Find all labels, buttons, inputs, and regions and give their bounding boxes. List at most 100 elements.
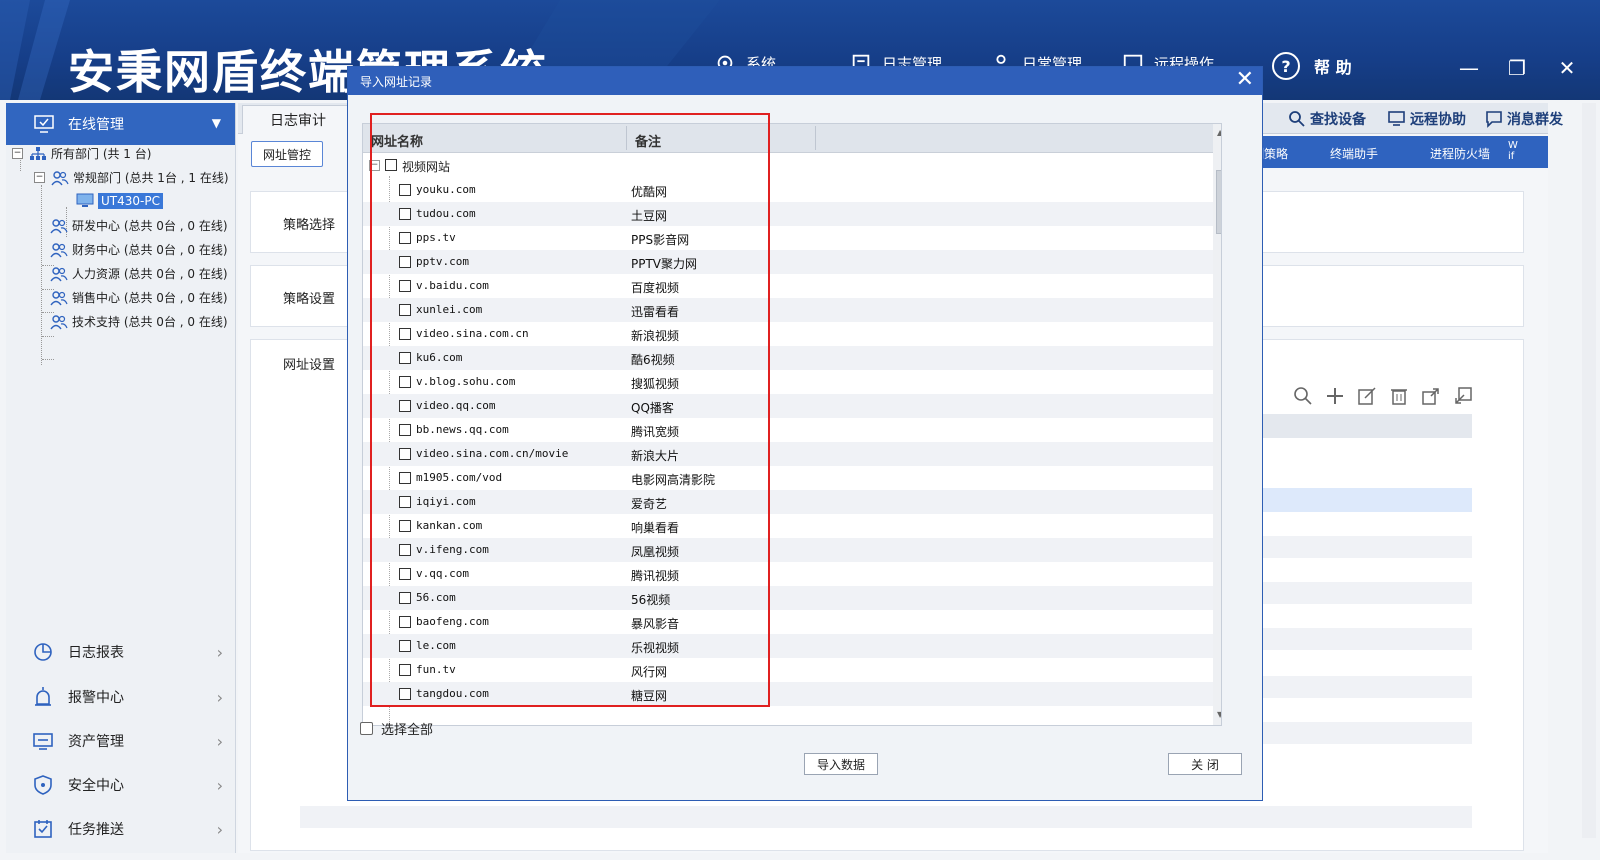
collapse-icon[interactable]: − xyxy=(34,172,45,183)
sidebar-header[interactable]: 在线管理 ▼ xyxy=(6,103,235,145)
column-url-name[interactable]: 网址名称 xyxy=(371,131,423,150)
nav-log-report[interactable]: 日志报表 › xyxy=(6,632,235,672)
row-checkbox[interactable] xyxy=(399,400,411,412)
row-checkbox[interactable] xyxy=(399,232,411,244)
row-checkbox[interactable] xyxy=(399,472,411,484)
list-item[interactable]: iqiyi.com 爱奇艺 xyxy=(363,490,1221,514)
row-checkbox[interactable] xyxy=(399,256,411,268)
help-button[interactable]: ? 帮 助 xyxy=(1272,52,1352,80)
list-item[interactable]: tudou.com 土豆网 xyxy=(363,202,1221,226)
grid-row[interactable] xyxy=(1262,628,1472,650)
row-checkbox[interactable] xyxy=(399,616,411,628)
row-checkbox[interactable] xyxy=(399,208,411,220)
list-item[interactable]: bb.news.qq.com 腾讯宽频 xyxy=(363,418,1221,442)
column-divider[interactable] xyxy=(815,126,816,150)
select-all-checkbox[interactable]: 选择全部 xyxy=(360,719,433,738)
grid-row[interactable] xyxy=(1262,676,1472,698)
scroll-down-icon[interactable]: ▼ xyxy=(1217,710,1221,719)
row-checkbox[interactable] xyxy=(399,424,411,436)
list-item[interactable]: video.sina.com.cn 新浪视频 xyxy=(363,322,1221,346)
collapse-icon[interactable]: − xyxy=(12,148,23,159)
list-item[interactable]: tangdou.com 糖豆网 xyxy=(363,682,1221,706)
delete-icon[interactable] xyxy=(1389,386,1409,406)
dialog-titlebar[interactable]: 导入网址记录 ✕ xyxy=(348,67,1262,95)
row-checkbox[interactable] xyxy=(399,664,411,676)
scroll-up-icon[interactable]: ▲ xyxy=(1217,128,1221,137)
remote-assist-button[interactable]: 远程协助 xyxy=(1388,109,1466,129)
row-checkbox[interactable] xyxy=(399,520,411,532)
list-item[interactable]: ku6.com 酷6视频 xyxy=(363,346,1221,370)
import-data-button[interactable]: 导入数据 xyxy=(804,753,878,775)
import-icon[interactable] xyxy=(1453,386,1473,406)
add-icon[interactable] xyxy=(1325,386,1345,406)
row-checkbox[interactable] xyxy=(399,376,411,388)
scroll-thumb[interactable] xyxy=(1216,170,1221,234)
list-item[interactable]: m1905.com/vod 电影网高清影院 xyxy=(363,466,1221,490)
tree-department[interactable]: 研发中心 (总共 0台 , 0 在线) xyxy=(50,217,228,234)
tree-pc-node[interactable]: UT430-PC xyxy=(76,193,163,209)
row-checkbox[interactable] xyxy=(399,688,411,700)
nav-security-center[interactable]: 安全中心 › xyxy=(6,765,235,805)
grid-row[interactable] xyxy=(1262,582,1472,604)
row-checkbox[interactable] xyxy=(399,544,411,556)
list-item[interactable]: youku.com 优酷网 xyxy=(363,178,1221,202)
nav-asset-management[interactable]: 资产管理 › xyxy=(6,721,235,761)
row-checkbox[interactable] xyxy=(399,184,411,196)
tree-department[interactable]: 销售中心 (总共 0台 , 0 在线) xyxy=(50,289,228,306)
row-checkbox[interactable] xyxy=(399,568,411,580)
tab-url-control[interactable]: 网址管控 xyxy=(251,141,323,167)
tree-department[interactable]: 财务中心 (总共 0台 , 0 在线) xyxy=(50,241,228,258)
grid-row[interactable] xyxy=(1262,722,1472,744)
group-row[interactable]: − 视频网站 xyxy=(363,154,1221,178)
list-item[interactable]: pptv.com PPTV聚力网 xyxy=(363,250,1221,274)
row-checkbox[interactable] xyxy=(399,328,411,340)
find-device-button[interactable]: 查找设备 xyxy=(1288,109,1366,129)
list-item[interactable]: fun.tv 风行网 xyxy=(363,658,1221,682)
tree-department[interactable]: 人力资源 (总共 0台 , 0 在线) xyxy=(50,265,228,282)
list-item[interactable]: video.qq.com QQ播客 xyxy=(363,394,1221,418)
row-checkbox[interactable] xyxy=(399,304,411,316)
collapse-icon[interactable]: − xyxy=(369,160,380,171)
grid-row-selected[interactable] xyxy=(1262,488,1472,512)
tab-process-firewall[interactable]: 进程防火墙 xyxy=(1430,145,1490,162)
nav-task-push[interactable]: 任务推送 › xyxy=(6,809,235,849)
search-icon[interactable] xyxy=(1293,386,1313,406)
row-checkbox[interactable] xyxy=(399,280,411,292)
row-checkbox[interactable] xyxy=(399,352,411,364)
column-divider[interactable] xyxy=(626,126,627,150)
list-item[interactable]: v.baidu.com 百度视频 xyxy=(363,274,1221,298)
restore-button[interactable]: ❐ xyxy=(1502,56,1532,80)
list-item[interactable]: v.ifeng.com 凤凰视频 xyxy=(363,538,1221,562)
close-button[interactable]: 关 闭 xyxy=(1168,753,1242,775)
tab-wifi[interactable]: W if xyxy=(1508,140,1520,162)
list-scrollbar[interactable]: ▲ ▼ xyxy=(1213,124,1221,725)
minimize-button[interactable]: — xyxy=(1454,56,1484,80)
column-note[interactable]: 备注 xyxy=(635,131,661,150)
row-checkbox[interactable] xyxy=(399,592,411,604)
tab-terminal-helper[interactable]: 终端助手 xyxy=(1330,145,1378,162)
window-close-button[interactable]: ✕ xyxy=(1552,56,1582,80)
list-item[interactable]: le.com 乐视视频 xyxy=(363,634,1221,658)
list-item[interactable]: v.blog.sohu.com 搜狐视频 xyxy=(363,370,1221,394)
grid-row[interactable] xyxy=(300,806,1472,828)
list-item[interactable]: kankan.com 响巢看看 xyxy=(363,514,1221,538)
row-checkbox[interactable] xyxy=(399,496,411,508)
tab-log-audit[interactable]: 日志审计 xyxy=(242,105,354,134)
nav-alarm-center[interactable]: 报警中心 › xyxy=(6,677,235,717)
tree-group[interactable]: − 常规部门 (总共 1台 , 1 在线) xyxy=(34,169,229,186)
list-item[interactable]: v.qq.com 腾讯视频 xyxy=(363,562,1221,586)
export-icon[interactable] xyxy=(1421,386,1441,406)
row-checkbox[interactable] xyxy=(399,640,411,652)
select-all-box[interactable] xyxy=(360,722,373,735)
list-item[interactable]: baofeng.com 暴风影音 xyxy=(363,610,1221,634)
list-item[interactable]: pps.tv PPS影音网 xyxy=(363,226,1221,250)
list-item[interactable]: xunlei.com 迅雷看看 xyxy=(363,298,1221,322)
group-checkbox[interactable] xyxy=(385,159,397,171)
close-icon[interactable]: ✕ xyxy=(1236,67,1254,93)
tree-root[interactable]: − 所有部门 (共 1 台) xyxy=(12,145,151,162)
list-item[interactable]: 56.com 56视频 xyxy=(363,586,1221,610)
tree-department[interactable]: 技术支持 (总共 0台 , 0 在线) xyxy=(50,313,228,330)
list-item[interactable]: video.sina.com.cn/movie 新浪大片 xyxy=(363,442,1221,466)
grid-row[interactable] xyxy=(1262,536,1472,558)
edit-icon[interactable] xyxy=(1357,386,1377,406)
